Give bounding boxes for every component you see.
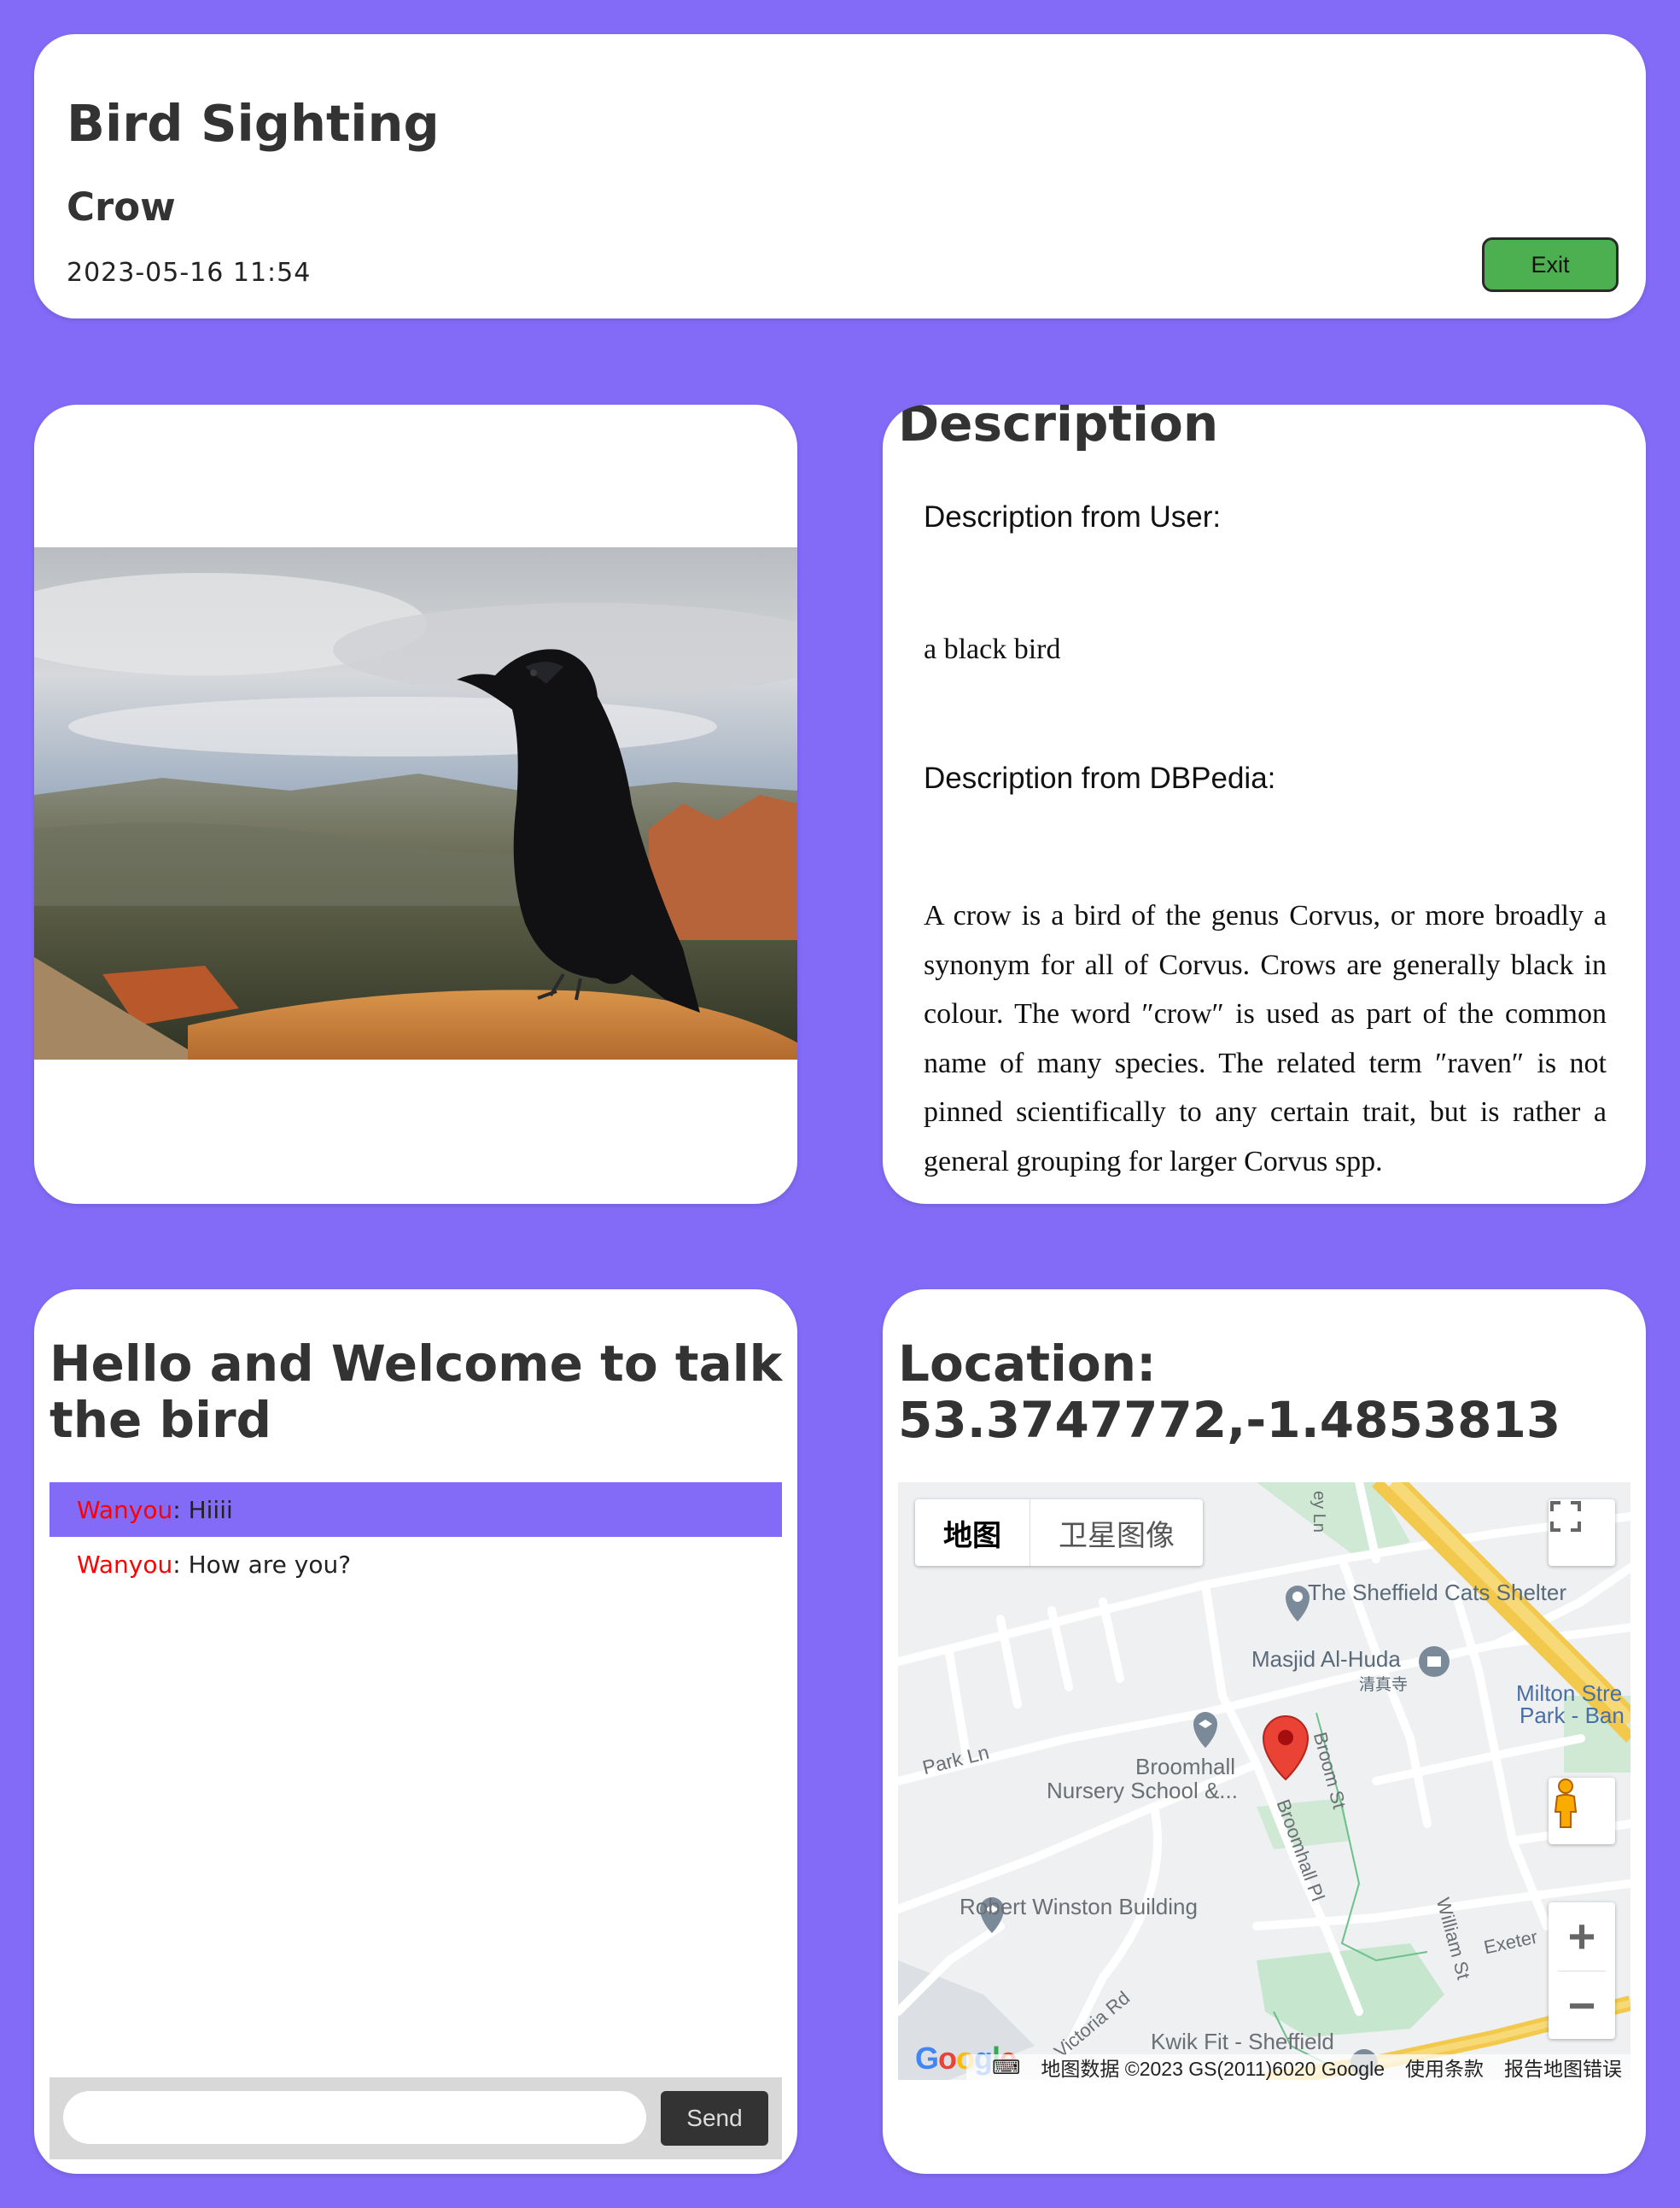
location-card: Location: 53.3747772,-1.4853813 The Shef… xyxy=(883,1289,1646,2174)
user-description-label: Description from User: xyxy=(924,500,1222,534)
message-text: Hiiii xyxy=(188,1495,233,1524)
zoom-in-button[interactable]: + xyxy=(1549,1902,1615,1971)
map-footer: ⌨ 地图数据 ©2023 GS(2011)6020 Google 使用条款 报告… xyxy=(966,2054,1630,2080)
message-list: Wanyou: Hiiii Wanyou: How are you? xyxy=(50,1482,782,1592)
map-type-map-button[interactable]: 地图 xyxy=(915,1499,1030,1566)
header-card: Bird Sighting Crow 2023-05-16 11:54 Exit xyxy=(34,34,1646,318)
plus-icon: + xyxy=(1567,1909,1596,1964)
map-label: The Sheffield Cats Shelter xyxy=(1308,1580,1567,1605)
photo-card xyxy=(34,405,797,1204)
google-map[interactable]: The Sheffield Cats Shelter Masjid Al-Hud… xyxy=(898,1482,1630,2080)
map-label: Kwik Fit - Sheffield xyxy=(1151,2029,1334,2054)
chat-message: Wanyou: How are you? xyxy=(77,1550,352,1579)
map-label: ey Ln xyxy=(1310,1491,1328,1533)
fullscreen-button[interactable] xyxy=(1549,1499,1615,1566)
chat-card: Hello and Welcome to talk the bird Wanyo… xyxy=(34,1289,797,2174)
keyboard-icon[interactable]: ⌨ xyxy=(992,2056,1020,2079)
map-label: 清真寺 xyxy=(1359,1676,1409,1694)
map-type-satellite-button[interactable]: 卫星图像 xyxy=(1030,1499,1203,1566)
place-marker-icon xyxy=(1286,1586,1310,1621)
exit-button[interactable]: Exit xyxy=(1482,237,1619,292)
dbpedia-description-text: A crow is a bird of the genus Corvus, or… xyxy=(924,900,1607,1177)
minus-icon: − xyxy=(1567,1977,1596,2032)
chat-input-bar: Send xyxy=(50,2077,782,2159)
chat-message-input[interactable] xyxy=(63,2091,646,2144)
sighting-date: 2023-05-16 11:54 xyxy=(67,258,312,288)
terms-link[interactable]: 使用条款 xyxy=(1405,2053,1484,2080)
description-title: Description xyxy=(898,405,1219,453)
message-sender: Wanyou xyxy=(77,1495,173,1524)
zoom-control: + − xyxy=(1549,1902,1615,2039)
school-marker-icon xyxy=(1193,1712,1217,1748)
bird-name: Crow xyxy=(67,184,176,230)
pegman-icon xyxy=(1554,1779,1578,1828)
location-title: Location: 53.3747772,-1.4853813 xyxy=(898,1335,1561,1449)
map-type-toggle: 地图 卫星图像 xyxy=(915,1499,1203,1566)
map-pin-icon xyxy=(1262,1715,1310,1781)
message-sender: Wanyou xyxy=(77,1550,173,1579)
street-view-button[interactable] xyxy=(1549,1778,1615,1844)
map-label: Robert Winston Building xyxy=(960,1894,1198,1919)
map-label: Park - Ban xyxy=(1520,1703,1625,1728)
page-title: Bird Sighting xyxy=(67,94,440,153)
zoom-out-button[interactable]: − xyxy=(1549,1971,1615,2040)
map-label: Masjid Al-Huda xyxy=(1251,1646,1401,1672)
chat-message: Wanyou: Hiiii xyxy=(50,1482,782,1537)
map-label: Nursery School &... xyxy=(1047,1778,1238,1803)
user-description-text: a black bird xyxy=(924,634,1061,665)
map-data-attribution: 地图数据 ©2023 GS(2011)6020 Google xyxy=(1041,2058,1385,2080)
fullscreen-icon xyxy=(1550,1501,1581,1532)
description-card: Description Description from User: a bla… xyxy=(883,405,1646,1204)
report-error-link[interactable]: 报告地图错误 xyxy=(1504,2053,1622,2080)
dbpedia-description-label: Description from DBPedia: xyxy=(924,762,1276,795)
message-text: How are you? xyxy=(188,1550,352,1579)
map-streets xyxy=(898,1482,1630,2080)
chat-title: Hello and Welcome to talk the bird xyxy=(50,1335,783,1449)
send-button[interactable]: Send xyxy=(661,2091,768,2146)
map-label: Broomhall xyxy=(1135,1754,1236,1779)
mosque-marker-icon xyxy=(1419,1646,1450,1677)
bird-photo xyxy=(34,547,797,1060)
